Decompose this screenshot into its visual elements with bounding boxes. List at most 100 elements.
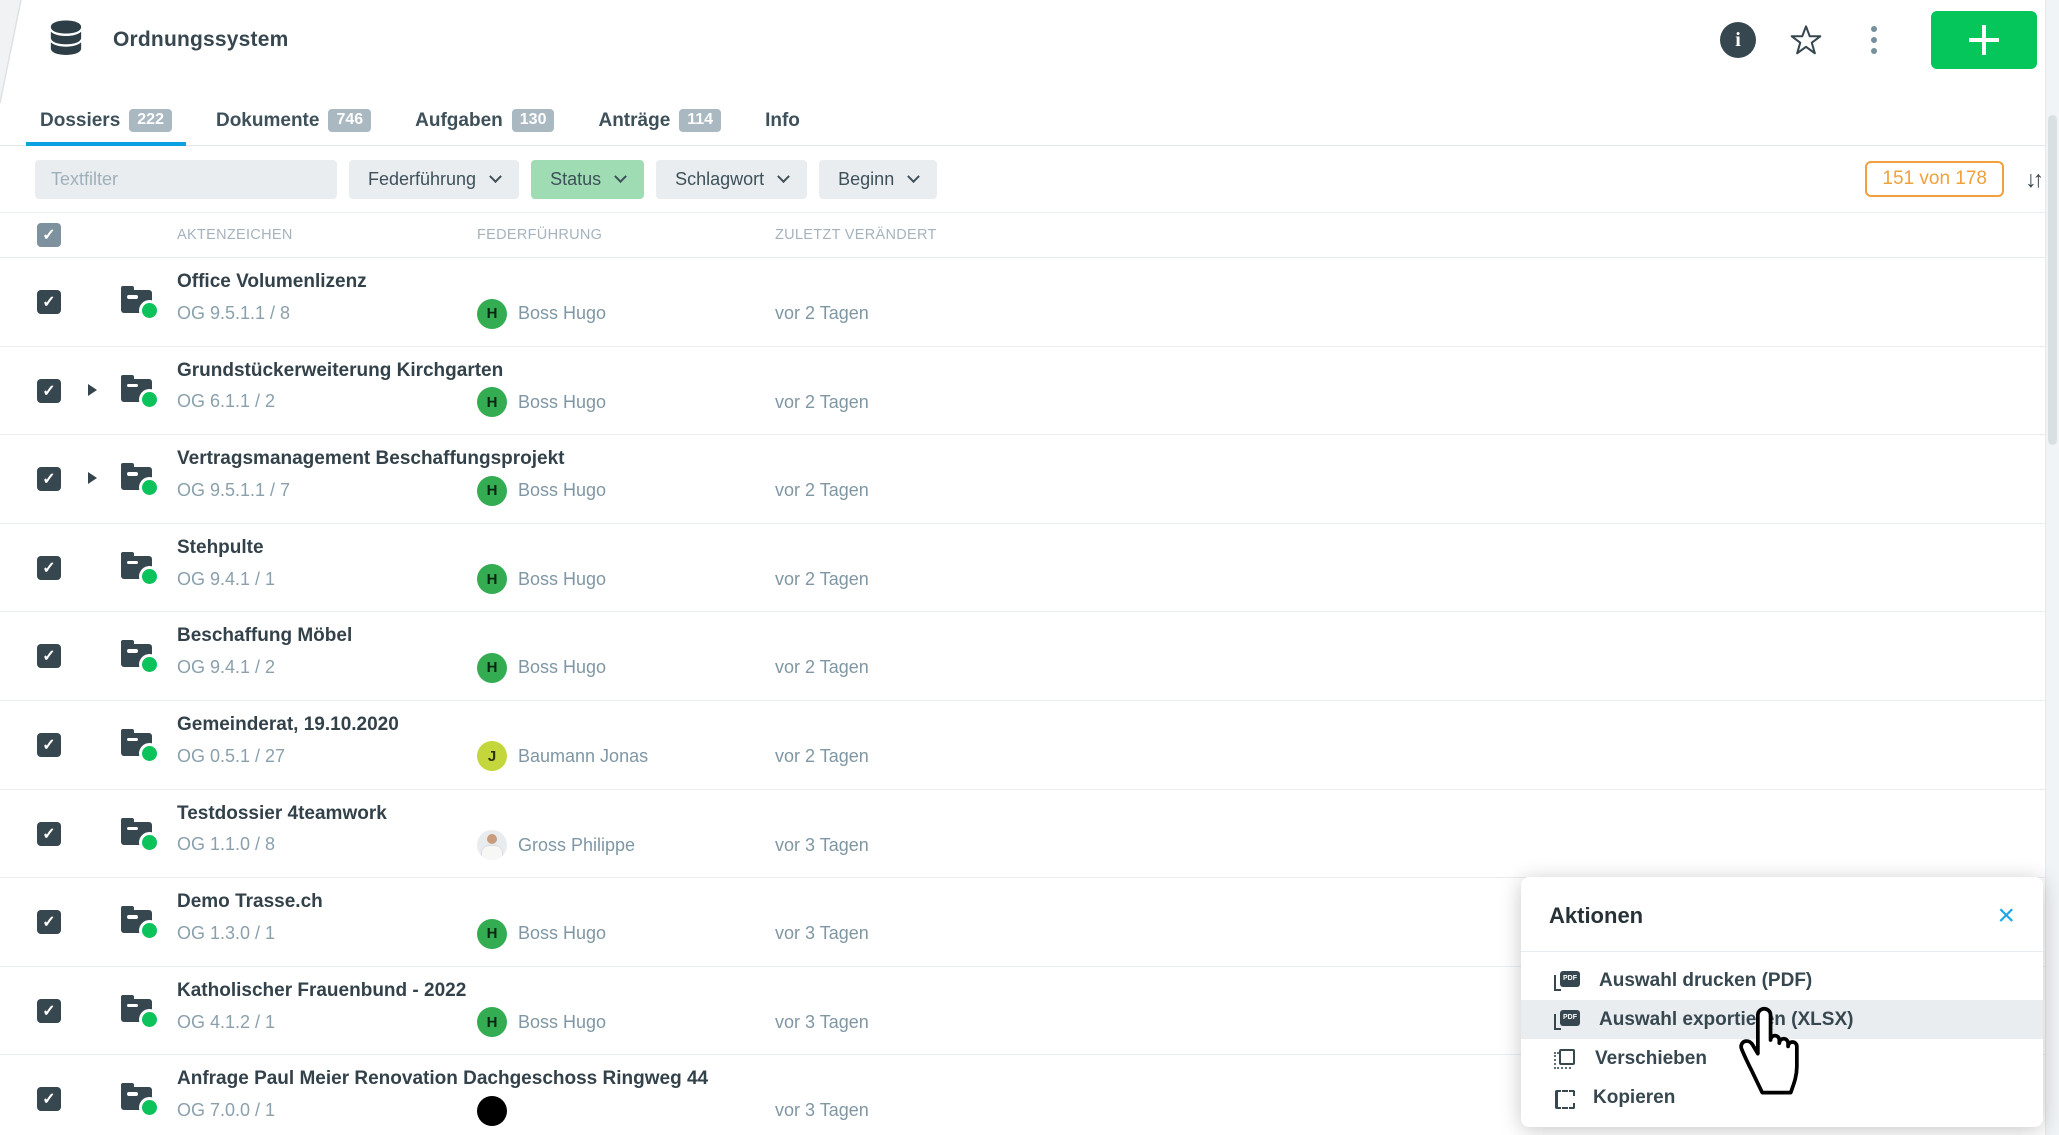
xlsx-icon: [1554, 1010, 1580, 1030]
row-checkbox[interactable]: ✓: [37, 556, 61, 580]
scrollbar[interactable]: [2045, 0, 2059, 1135]
info-button[interactable]: i: [1719, 21, 1757, 59]
kebab-menu-icon: [1871, 26, 1877, 54]
dossier-title[interactable]: Gemeinderat, 19.10.2020: [177, 714, 399, 737]
status-dot-icon: [142, 392, 157, 407]
app-window: Ordnungssystem i Dossiers 222 Dokumente …: [0, 0, 2059, 1135]
table-row[interactable]: ✓ Grundstückerweiterung Kirchgarten OG 6…: [0, 347, 2059, 436]
select-all-checkbox[interactable]: ✓: [37, 223, 61, 247]
actions-menu: Auswahl drucken (PDF) Auswahl exportiere…: [1521, 952, 2043, 1117]
owner-name: Boss Hugo: [518, 569, 606, 590]
owner-avatar: H: [477, 387, 507, 417]
menu-item-kopieren[interactable]: Kopieren: [1521, 1078, 2043, 1117]
dossier-reference: OG 4.1.2 / 1: [177, 1012, 466, 1033]
dossier-title[interactable]: Grundstückerweiterung Kirchgarten: [177, 360, 503, 383]
more-options-button[interactable]: [1855, 21, 1893, 59]
row-checkbox[interactable]: ✓: [37, 467, 61, 491]
dossier-title[interactable]: Testdossier 4teamwork: [177, 803, 387, 826]
filter-schlagwort[interactable]: Schlagwort: [656, 160, 807, 199]
status-dot-icon: [142, 303, 157, 318]
dossier-folder-icon: [121, 644, 152, 667]
dossier-title[interactable]: Office Volumenlizenz: [177, 271, 367, 294]
close-icon[interactable]: ×: [1997, 901, 2015, 931]
status-dot-icon: [142, 835, 157, 850]
owner-name: Gross Philippe: [518, 835, 635, 856]
owner-avatar: H: [477, 476, 507, 506]
scrollbar-thumb[interactable]: [2048, 115, 2057, 445]
row-checkbox[interactable]: ✓: [37, 822, 61, 846]
dossier-title[interactable]: Beschaffung Möbel: [177, 625, 352, 648]
table-row[interactable]: ✓ Beschaffung Möbel OG 9.4.1 / 2 H Boss …: [0, 612, 2059, 701]
tab-info[interactable]: Info: [751, 110, 814, 145]
column-zuletzt-veraendert: ZULETZT VERÄNDERT: [775, 227, 937, 243]
folder-dash: [127, 1092, 138, 1096]
menu-item-verschieben[interactable]: Verschieben: [1521, 1039, 2043, 1078]
filter-federfuehrung[interactable]: Federführung: [349, 160, 519, 199]
owner-name: Boss Hugo: [518, 480, 606, 501]
expand-caret-icon[interactable]: [88, 472, 97, 484]
owner-name: Boss Hugo: [518, 657, 606, 678]
menu-item-print-pdf[interactable]: Auswahl drucken (PDF): [1521, 961, 2043, 1000]
table-row[interactable]: ✓ Stehpulte OG 9.4.1 / 1 H Boss Hugo vor…: [0, 524, 2059, 613]
tab-dokumente[interactable]: Dokumente 746: [202, 109, 385, 145]
add-button[interactable]: [1931, 11, 2037, 69]
owner-avatar: H: [477, 919, 507, 949]
status-dot-icon: [142, 746, 157, 761]
row-checkbox[interactable]: ✓: [37, 644, 61, 668]
last-modified: vor 3 Tagen: [775, 835, 869, 856]
tab-antraege[interactable]: Anträge 114: [584, 109, 735, 145]
owner-avatar: [477, 1096, 507, 1126]
tab-count-badge: 114: [679, 109, 721, 132]
dossier-title[interactable]: Anfrage Paul Meier Renovation Dachgescho…: [177, 1068, 708, 1091]
menu-item-export-xlsx[interactable]: Auswahl exportieren (XLSX): [1521, 1000, 2043, 1039]
owner-avatar: H: [477, 299, 507, 329]
table-row[interactable]: ✓ Vertragsmanagement Beschaffungsprojekt…: [0, 435, 2059, 524]
dossier-title[interactable]: Stehpulte: [177, 537, 275, 560]
dossier-reference: OG 9.4.1 / 2: [177, 657, 352, 678]
favorite-button[interactable]: [1787, 21, 1825, 59]
dossier-reference: OG 6.1.1 / 2: [177, 391, 503, 412]
chevron-down-icon: [614, 170, 627, 183]
chevron-down-icon: [777, 170, 790, 183]
last-modified: vor 3 Tagen: [775, 1012, 869, 1033]
table-row[interactable]: ✓ Gemeinderat, 19.10.2020 OG 0.5.1 / 27 …: [0, 701, 2059, 790]
table-row[interactable]: ✓ Testdossier 4teamwork OG 1.1.0 / 8 Gro…: [0, 790, 2059, 879]
tab-dossiers[interactable]: Dossiers 222: [26, 109, 186, 145]
dossier-folder-icon: [121, 822, 152, 845]
owner-avatar: H: [477, 1007, 507, 1037]
chevron-down-icon: [907, 170, 920, 183]
last-modified: vor 2 Tagen: [775, 303, 869, 324]
row-checkbox[interactable]: ✓: [37, 999, 61, 1023]
folder-dash: [127, 295, 138, 299]
sort-arrows-icon[interactable]: ↓↑: [2025, 166, 2040, 193]
table-row[interactable]: ✓ Office Volumenlizenz OG 9.5.1.1 / 8 H …: [0, 258, 2059, 347]
owner-name: Boss Hugo: [518, 303, 606, 324]
column-federfuehrung: FEDERFÜHRUNG: [477, 227, 602, 243]
row-checkbox[interactable]: ✓: [37, 379, 61, 403]
row-checkbox[interactable]: ✓: [37, 733, 61, 757]
dossier-title[interactable]: Vertragsmanagement Beschaffungsprojekt: [177, 448, 565, 471]
dossier-folder-icon: [121, 379, 152, 402]
copy-icon: [1554, 1089, 1574, 1107]
info-icon: i: [1720, 22, 1756, 58]
row-checkbox[interactable]: ✓: [37, 290, 61, 314]
row-checkbox[interactable]: ✓: [37, 910, 61, 934]
folder-dash: [127, 1004, 138, 1008]
dossier-title[interactable]: Demo Trasse.ch: [177, 891, 323, 914]
dossier-reference: OG 7.0.0 / 1: [177, 1100, 708, 1121]
expand-caret-icon[interactable]: [88, 384, 97, 396]
last-modified: vor 3 Tagen: [775, 923, 869, 944]
chevron-down-icon: [489, 170, 502, 183]
filter-beginn[interactable]: Beginn: [819, 160, 937, 199]
filter-status[interactable]: Status: [531, 160, 644, 199]
result-count-badge: 151 von 178: [1865, 161, 2004, 197]
tab-aufgaben[interactable]: Aufgaben 130: [401, 109, 568, 145]
move-icon: [1554, 1049, 1576, 1069]
owner-name: Baumann Jonas: [518, 746, 648, 767]
text-filter-input[interactable]: [35, 160, 337, 199]
row-checkbox[interactable]: ✓: [37, 1087, 61, 1111]
star-icon: [1789, 23, 1823, 57]
filter-bar: Federführung Status Schlagwort Beginn 15…: [0, 146, 2059, 213]
dossier-reference: OG 0.5.1 / 27: [177, 746, 399, 767]
dossier-title[interactable]: Katholischer Frauenbund - 2022: [177, 980, 466, 1003]
